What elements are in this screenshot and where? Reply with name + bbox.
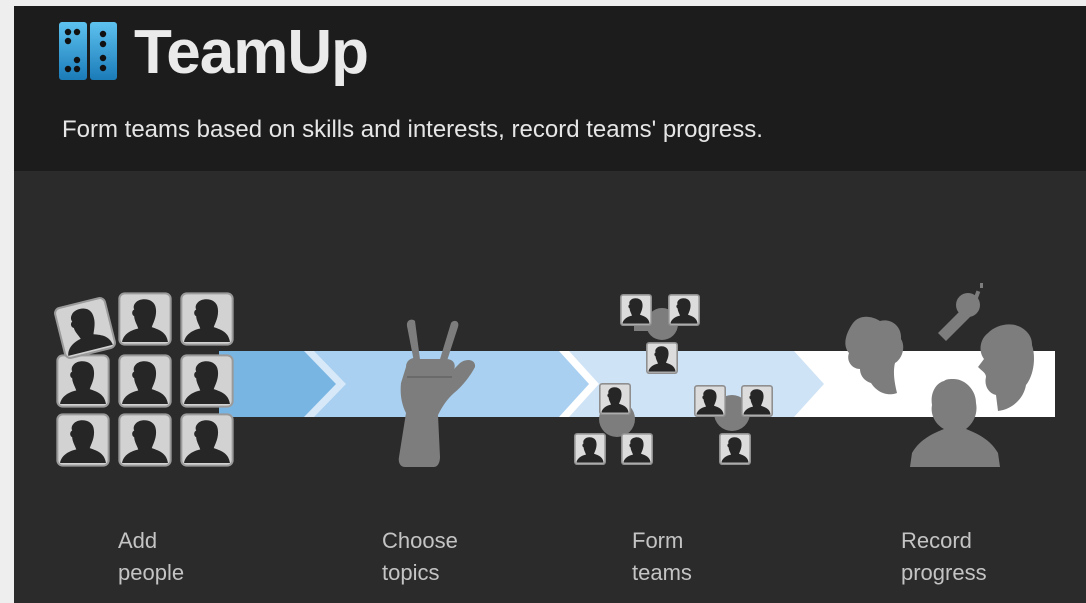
header: TeamUp Form teams based on skills and in… <box>14 6 1086 171</box>
process-flow: Add people Choose topics Form teams Record p… <box>14 171 1086 603</box>
step-label-choose-topics: Choose topics <box>382 528 458 585</box>
tagline: Form teams based on skills and interests… <box>62 116 763 143</box>
people-grid-icon <box>52 292 234 467</box>
step-label-form-teams: Form teams <box>632 528 692 585</box>
progress-arrow <box>219 351 1055 417</box>
step-label-record-progress: Record progress <box>901 528 987 585</box>
logo-icon <box>59 22 117 80</box>
step-label-add-people: Add people <box>118 528 185 585</box>
app-title: TeamUp <box>134 18 369 87</box>
main-panel: TeamUp Form teams based on skills and in… <box>14 6 1086 603</box>
